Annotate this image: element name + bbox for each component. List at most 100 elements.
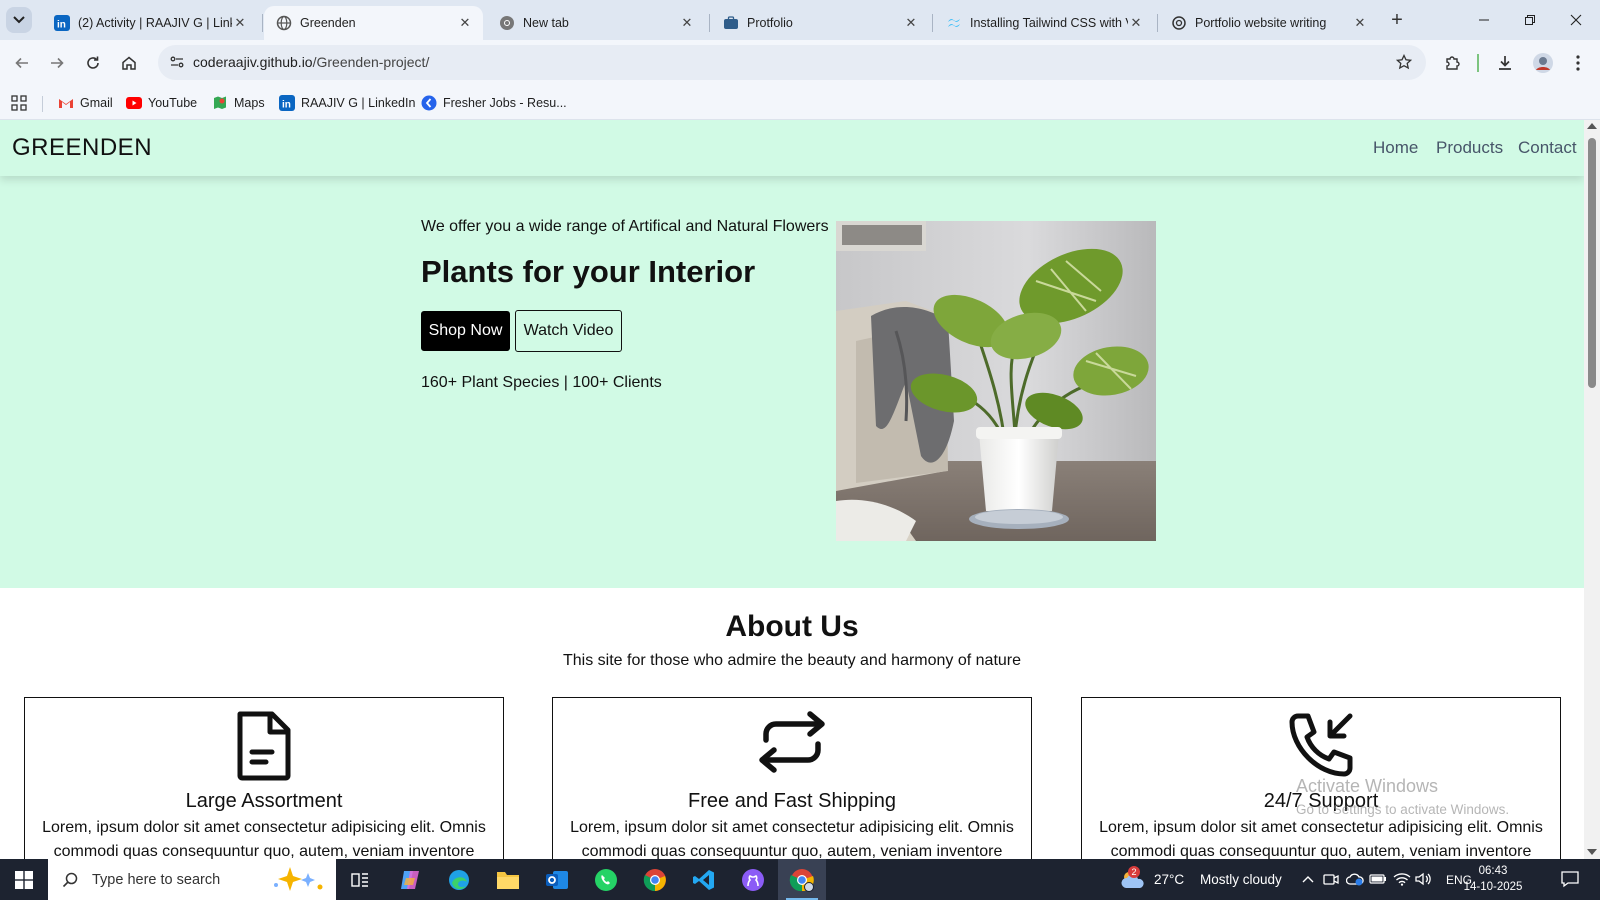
scroll-up-arrow-icon[interactable] xyxy=(1587,123,1597,129)
close-icon[interactable]: ✕ xyxy=(679,15,695,31)
restore-button[interactable] xyxy=(1508,6,1552,34)
bookmark-label: RAAJIV G | LinkedIn xyxy=(301,96,416,110)
tab-tailwind-install[interactable]: Installing Tailwind CSS with V ✕ xyxy=(934,6,1154,40)
github-icon xyxy=(742,868,764,891)
close-icon[interactable]: ✕ xyxy=(1128,15,1144,31)
card-title: Free and Fast Shipping xyxy=(688,790,896,812)
home-button[interactable] xyxy=(115,49,143,77)
tab-title: New tab xyxy=(523,16,569,30)
extensions-button[interactable] xyxy=(1440,50,1466,76)
new-tab-button[interactable]: + xyxy=(1385,8,1409,32)
brand-logo[interactable]: GREENDEN xyxy=(12,134,152,162)
tab-separator xyxy=(262,14,263,32)
scrollbar-thumb[interactable] xyxy=(1588,138,1596,388)
tab-protfolio[interactable]: Protfolio ✕ xyxy=(711,6,929,40)
bookmark-star-icon[interactable] xyxy=(1394,52,1414,72)
weather-text[interactable]: Mostly cloudy xyxy=(1200,859,1282,900)
meet-now-icon[interactable] xyxy=(1322,870,1340,888)
browser-toolbar: coderaajiv.github.io/Greenden-project/ xyxy=(0,40,1600,86)
taskbar-search-box[interactable]: Type here to search xyxy=(48,859,336,900)
taskbar-clock[interactable]: 06:43 14-10-2025 xyxy=(1462,863,1524,895)
taskbar-whatsapp[interactable] xyxy=(582,859,630,900)
task-view-button[interactable] xyxy=(336,859,384,900)
card-text: Lorem, ipsum dolor sit amet consectetur … xyxy=(42,819,486,859)
tab-portfolio-writing[interactable]: Portfolio website writing ✕ xyxy=(1159,6,1378,40)
whatsapp-icon xyxy=(595,868,617,891)
tab-new-tab[interactable]: New tab ✕ xyxy=(487,6,705,40)
wifi-icon[interactable] xyxy=(1393,870,1411,888)
taskbar-file-explorer[interactable] xyxy=(484,859,532,900)
bookmark-label: Fresher Jobs - Resu... xyxy=(443,96,567,110)
chrome-menu-button[interactable] xyxy=(1565,50,1591,76)
tab-search-button[interactable] xyxy=(6,7,32,33)
taskbar-copilot[interactable] xyxy=(386,859,434,900)
taskbar-outlook[interactable] xyxy=(533,859,581,900)
profile-avatar[interactable] xyxy=(1530,50,1556,76)
tab-linkedin-activity[interactable]: in (2) Activity | RAAJIV G | Linke ✕ xyxy=(42,6,258,40)
about-subtitle: This site for those who admire the beaut… xyxy=(562,652,1022,669)
taskbar-github-desktop[interactable] xyxy=(729,859,777,900)
watch-video-button[interactable]: Watch Video xyxy=(515,310,622,352)
clock-time: 06:43 xyxy=(1478,865,1508,877)
hero-tagline: We offer you a wide range of Artifical a… xyxy=(421,218,829,235)
apps-button[interactable] xyxy=(11,94,27,112)
shop-now-button[interactable]: Shop Now xyxy=(421,311,510,351)
close-icon[interactable]: ✕ xyxy=(457,15,473,31)
youtube-icon xyxy=(126,95,142,111)
page-scrollbar[interactable] xyxy=(1584,120,1600,859)
scroll-down-arrow-icon[interactable] xyxy=(1587,849,1597,855)
url-text: coderaajiv.github.io/Greenden-project/ xyxy=(193,54,429,70)
watermark-subtitle: Go to Settings to activate Windows. xyxy=(1296,802,1510,817)
reload-button[interactable] xyxy=(79,49,107,77)
plant-photo xyxy=(836,221,1156,541)
phone-incoming-icon xyxy=(1082,710,1560,786)
start-button[interactable] xyxy=(0,859,48,900)
volume-icon[interactable] xyxy=(1415,870,1433,888)
close-icon xyxy=(1570,14,1582,26)
url-path: /Greenden-project/ xyxy=(312,54,430,70)
tab-greenden[interactable]: Greenden ✕ xyxy=(264,6,483,40)
tab-strip: in (2) Activity | RAAJIV G | Linke ✕ Gre… xyxy=(0,0,1600,40)
bookmark-youtube[interactable]: YouTube xyxy=(126,94,197,112)
onedrive-icon[interactable] xyxy=(1346,870,1364,888)
arrow-right-icon xyxy=(51,57,64,69)
address-bar[interactable]: coderaajiv.github.io/Greenden-project/ xyxy=(158,45,1426,80)
avatar-icon xyxy=(1533,53,1553,73)
windows-taskbar: Type here to search 2 27°C Mostly cloudy xyxy=(0,859,1600,900)
close-icon[interactable]: ✕ xyxy=(903,15,919,31)
battery-icon[interactable] xyxy=(1369,870,1387,888)
bookmark-fresher-jobs[interactable]: Fresher Jobs - Resu... xyxy=(421,94,567,112)
taskbar-chrome-profile[interactable] xyxy=(778,859,826,900)
close-icon[interactable]: ✕ xyxy=(1352,15,1368,31)
nav-link-contact[interactable]: Contact xyxy=(1518,138,1577,158)
tab-title: Portfolio website writing xyxy=(1195,16,1327,30)
chevron-up-icon[interactable] xyxy=(1299,870,1317,888)
bookmarks-separator xyxy=(42,96,43,112)
site-info-icon[interactable] xyxy=(166,51,188,73)
task-view-icon xyxy=(351,872,368,887)
taskbar-edge[interactable] xyxy=(435,859,483,900)
nav-link-home[interactable]: Home xyxy=(1373,138,1418,158)
back-button[interactable] xyxy=(8,49,36,77)
bookmark-gmail[interactable]: Gmail xyxy=(58,94,113,112)
close-icon[interactable]: ✕ xyxy=(232,15,248,31)
tailwind-icon xyxy=(946,15,962,31)
taskbar-chrome[interactable] xyxy=(631,859,679,900)
maps-icon xyxy=(212,95,228,111)
notification-icon[interactable] xyxy=(1558,869,1582,889)
openai-icon xyxy=(1171,15,1187,31)
weather-temp[interactable]: 27°C xyxy=(1154,859,1184,900)
nav-link-products[interactable]: Products xyxy=(1436,138,1503,158)
svg-text:in: in xyxy=(282,100,291,111)
bookmark-linkedin[interactable]: in RAAJIV G | LinkedIn xyxy=(279,94,415,112)
linkedin-icon: in xyxy=(279,95,295,111)
downloads-button[interactable] xyxy=(1492,50,1518,76)
bookmark-label: Gmail xyxy=(80,96,113,110)
tab-title: Installing Tailwind CSS with V xyxy=(970,16,1128,30)
bookmark-maps[interactable]: Maps xyxy=(212,94,265,112)
forward-button[interactable] xyxy=(43,49,71,77)
plus-icon: + xyxy=(1391,8,1403,31)
close-window-button[interactable] xyxy=(1554,6,1598,34)
minimize-button[interactable] xyxy=(1462,6,1506,34)
taskbar-vscode[interactable] xyxy=(680,859,728,900)
